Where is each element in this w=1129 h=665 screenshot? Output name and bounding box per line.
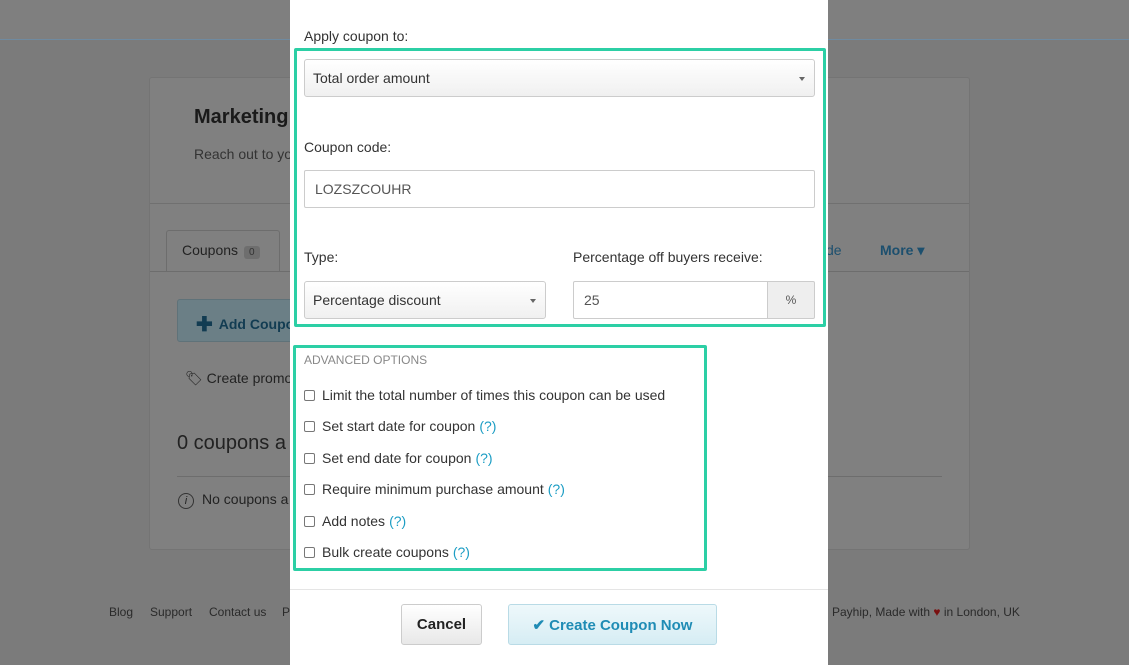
create-coupon-modal: Apply coupon to: Total order amount Coup…: [290, 0, 828, 665]
add-coupon-button[interactable]: ✚ Add Coupo: [177, 299, 307, 342]
highlight-box-advanced-options: [293, 345, 707, 571]
tab-partial[interactable]: de: [826, 242, 842, 258]
create-promo-label: Create promo: [206, 370, 293, 386]
info-icon: i: [178, 493, 194, 509]
highlight-box-main-fields: [294, 48, 826, 327]
coupon-count-heading: 0 coupons a: [177, 432, 286, 454]
no-coupons-message: i No coupons a: [178, 491, 288, 509]
footer-credit: Payhip, Made with ♥ in London, UK: [832, 605, 1020, 619]
footer-credit-prefix: Payhip, Made with: [832, 605, 931, 619]
plus-icon: ✚: [196, 314, 213, 336]
tab-coupons[interactable]: Coupons 0: [166, 230, 280, 272]
tab-coupons-label: Coupons: [182, 242, 239, 258]
no-coupons-text: No coupons a: [202, 491, 289, 507]
create-coupon-button[interactable]: ✔ Create Coupon Now: [508, 604, 717, 645]
page-subtitle: Reach out to yo: [194, 146, 293, 162]
add-coupon-label: Add Coupo: [218, 316, 295, 332]
apply-coupon-label: Apply coupon to:: [304, 28, 409, 44]
check-icon: ✔: [532, 617, 546, 634]
heart-icon: ♥: [933, 605, 941, 619]
footer-link-contact[interactable]: Contact us: [209, 605, 266, 619]
footer-link-partial[interactable]: P: [282, 605, 290, 619]
cancel-button[interactable]: Cancel: [401, 604, 482, 645]
modal-footer-divider: [290, 589, 828, 590]
footer-credit-suffix: in London, UK: [943, 605, 1020, 619]
create-promo-link[interactable]: 🏷︎ Create promo: [185, 370, 292, 387]
footer-link-support[interactable]: Support: [150, 605, 192, 619]
tag-icon: 🏷︎: [185, 370, 207, 386]
create-coupon-label: Create Coupon Now: [549, 617, 693, 634]
page-title: Marketing: [194, 106, 289, 128]
coupons-count-badge: 0: [244, 246, 260, 259]
tab-more-dropdown[interactable]: More ▾: [880, 242, 924, 259]
footer-link-blog[interactable]: Blog: [109, 605, 133, 619]
